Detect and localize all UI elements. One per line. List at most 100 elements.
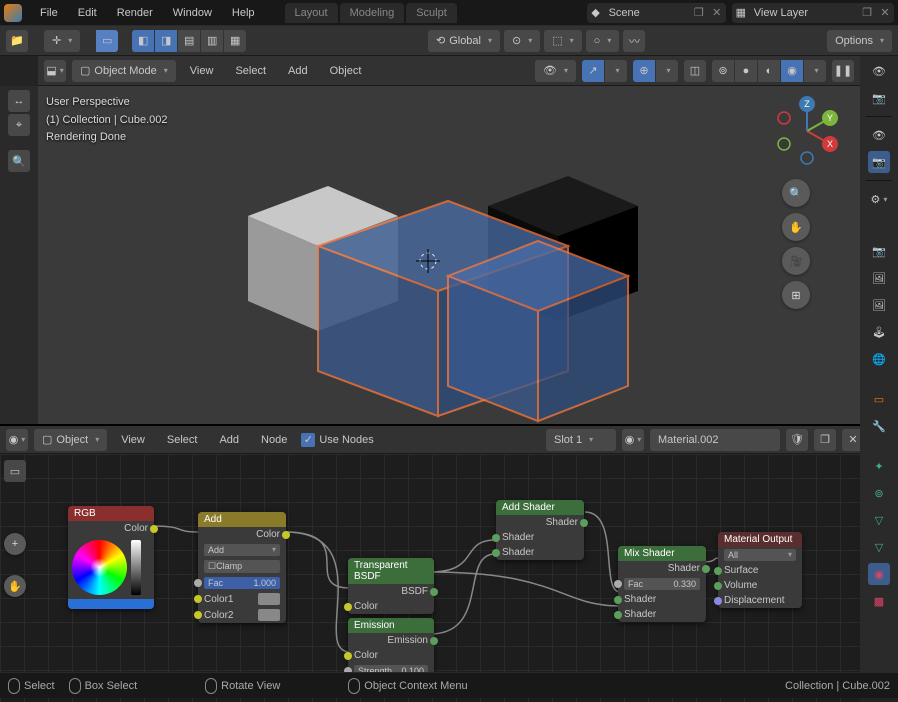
ne-menu-node[interactable]: Node	[253, 434, 295, 446]
select-subtract-icon[interactable]: ▤	[178, 30, 200, 52]
vp-ortho-icon[interactable]: ⊞	[782, 281, 810, 309]
prop-viewlayer-icon[interactable]: 🖼	[868, 294, 890, 316]
gizmo-toggle-icon[interactable]: ↗	[582, 60, 604, 82]
vp-pan-icon[interactable]: ✋	[782, 213, 810, 241]
new-material-icon[interactable]: ❐	[814, 429, 836, 451]
select-extend-icon[interactable]: ◨	[155, 30, 177, 52]
node-rgb[interactable]: RGB Color	[68, 506, 154, 609]
select-intersect-icon[interactable]: ▦	[224, 30, 246, 52]
pivot-dropdown[interactable]: ⊙	[504, 30, 540, 52]
lt-cursor-icon[interactable]: ⌖	[8, 114, 30, 136]
ne-editor-type-icon[interactable]: ◉	[6, 429, 28, 451]
prop-modifier-icon[interactable]: 🔧	[868, 415, 890, 437]
workspace-modeling[interactable]: Modeling	[340, 3, 405, 23]
scene-new-icon[interactable]: ❐	[690, 6, 708, 19]
prop-world-icon[interactable]: 🌐	[868, 348, 890, 370]
select-invert-icon[interactable]: ▥	[201, 30, 223, 52]
value-slider[interactable]	[131, 540, 141, 595]
material-name-input[interactable]: Material.002	[650, 429, 780, 451]
workspace-layout[interactable]: Layout	[285, 3, 338, 23]
outliner-camera-icon[interactable]: 📷	[868, 87, 890, 109]
mix-fac-input[interactable]: Fac0.330	[624, 578, 700, 590]
prop-particles-icon[interactable]: ✦	[868, 455, 890, 477]
ne-menu-view[interactable]: View	[113, 434, 153, 446]
output-target-dropdown[interactable]: All	[724, 549, 796, 561]
prop-object-icon[interactable]: ▭	[868, 388, 890, 410]
select-set-icon[interactable]: ◧	[132, 30, 154, 52]
clamp-toggle[interactable]: ☐ Clamp	[204, 560, 280, 573]
node-editor[interactable]: ▭ + ✋ RGB Color Add Color Add ☐ Clamp Fa…	[0, 454, 860, 702]
vp-menu-select[interactable]: Select	[227, 65, 274, 77]
ne-pan-icon[interactable]: ✋	[4, 575, 26, 597]
scene-name[interactable]: Scene	[605, 7, 690, 19]
vp-zoom-icon[interactable]: 🔍	[782, 179, 810, 207]
ne-tool-annotate-icon[interactable]: ▭	[4, 460, 26, 482]
blend-mode-dropdown[interactable]: Add	[204, 544, 280, 556]
visibility-dropdown[interactable]: 👁	[535, 60, 576, 82]
orientation-dropdown[interactable]: ⟲ Global	[428, 30, 500, 52]
color1-swatch[interactable]	[258, 593, 280, 605]
scene-delete-icon[interactable]: ✕	[708, 6, 726, 19]
vp-menu-add[interactable]: Add	[280, 65, 316, 77]
fake-user-icon[interactable]: 🛡	[786, 429, 808, 451]
menu-help[interactable]: Help	[222, 7, 265, 19]
menu-render[interactable]: Render	[107, 7, 163, 19]
menu-window[interactable]: Window	[163, 7, 222, 19]
options-dropdown[interactable]: Options	[827, 30, 892, 52]
prop-render-icon[interactable]: 📷	[868, 240, 890, 262]
viewport-3d[interactable]: User Perspective (1) Collection | Cube.0…	[38, 86, 860, 424]
shading-rendered-icon[interactable]: ◉	[781, 60, 803, 82]
prop-material-icon[interactable]: ◉	[868, 563, 890, 585]
node-material-output[interactable]: Material Output All Surface Volume Displ…	[718, 532, 802, 608]
select-tool-icon[interactable]: ▭	[96, 30, 118, 52]
prop-data-icon[interactable]: ▽	[868, 536, 890, 558]
prop-output-icon[interactable]: 🖼	[868, 267, 890, 289]
shading-solid-icon[interactable]: ●	[735, 60, 757, 82]
workspace-sculpting[interactable]: Sculpt	[406, 3, 457, 23]
prop-scene-icon[interactable]: 🕹	[868, 321, 890, 343]
outliner-camera2-icon[interactable]: 📷	[868, 151, 890, 173]
rgb-swatch[interactable]	[68, 599, 154, 609]
shading-matpreview-icon[interactable]: ◐	[758, 60, 780, 82]
open-file-icon[interactable]: 📁	[6, 30, 28, 52]
vp-camera-icon[interactable]: 🎥	[782, 247, 810, 275]
ne-shader-type[interactable]: ▢ Object	[34, 429, 107, 451]
viewlayer-new-icon[interactable]: ❐	[858, 6, 876, 19]
axis-gizmo[interactable]: X Y Z	[772, 96, 842, 166]
outliner-eye2-icon[interactable]: 👁	[868, 124, 890, 146]
node-add-shader[interactable]: Add Shader Shader Shader Shader	[496, 500, 584, 560]
fac-input[interactable]: Fac1.000	[204, 577, 280, 589]
ne-menu-select[interactable]: Select	[159, 434, 206, 446]
mode-dropdown[interactable]: ▢ Object Mode	[72, 60, 176, 82]
color2-swatch[interactable]	[258, 609, 280, 621]
shading-wireframe-icon[interactable]: ⊚	[712, 60, 734, 82]
prop-physics-icon[interactable]: ⊚	[868, 482, 890, 504]
menu-edit[interactable]: Edit	[68, 7, 107, 19]
node-transparent-bsdf[interactable]: Transparent BSDF BSDF Color	[348, 558, 434, 614]
ne-menu-add[interactable]: Add	[211, 434, 247, 446]
color-wheel[interactable]	[72, 540, 127, 595]
proportional-dropdown[interactable]: ○	[586, 30, 620, 52]
xray-toggle-icon[interactable]: ◫	[684, 60, 706, 82]
lt-search-icon[interactable]: 🔍	[8, 150, 30, 172]
scene-browse-icon[interactable]: ◆	[587, 6, 605, 19]
node-mix-shader[interactable]: Mix Shader Shader Fac0.330 Shader Shader	[618, 546, 706, 622]
lt-transform-icon[interactable]: ↔	[8, 90, 30, 112]
viewlayer-name[interactable]: View Layer	[750, 7, 858, 19]
ne-add-icon[interactable]: +	[4, 533, 26, 555]
material-browse-icon[interactable]: ◉	[622, 429, 644, 451]
slot-dropdown[interactable]: Slot 1	[546, 429, 616, 451]
editor-type-icon[interactable]: ⬓	[44, 60, 66, 82]
use-nodes-toggle[interactable]: ✓ Use Nodes	[301, 433, 373, 447]
menu-file[interactable]: File	[30, 7, 68, 19]
gizmo-dropdown-icon[interactable]	[605, 60, 627, 82]
shading-dropdown-icon[interactable]	[804, 60, 826, 82]
filter-icon[interactable]: ⚙	[868, 188, 890, 210]
prop-constraints-icon[interactable]: ▽	[868, 509, 890, 531]
overlays-dropdown-icon[interactable]	[656, 60, 678, 82]
pause-render-icon[interactable]: ❚❚	[832, 60, 854, 82]
viewlayer-delete-icon[interactable]: ✕	[876, 6, 894, 19]
overlays-toggle-icon[interactable]: ⊕	[633, 60, 655, 82]
node-add-color[interactable]: Add Color Add ☐ Clamp Fac1.000 Color1 Co…	[198, 512, 286, 623]
vp-menu-view[interactable]: View	[182, 65, 222, 77]
